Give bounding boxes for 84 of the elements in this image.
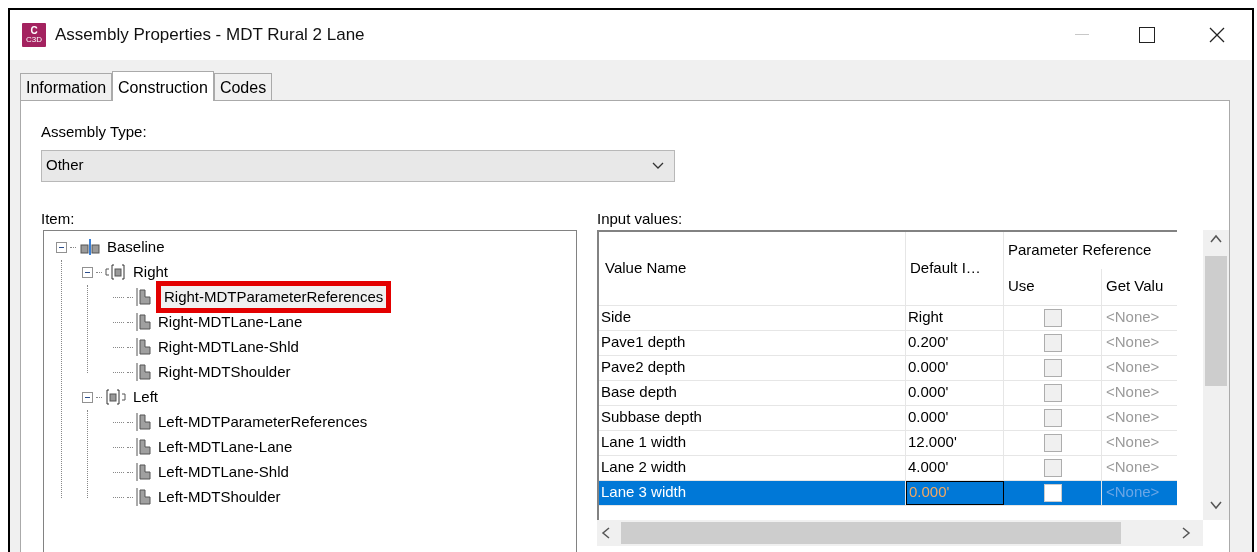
tree-item[interactable]: Left-MDTLane-Shld bbox=[155, 460, 292, 484]
table-cell-text: <None> bbox=[1105, 457, 1161, 478]
bracket-icon bbox=[105, 389, 127, 405]
table-cell-text: <None> bbox=[1105, 432, 1161, 453]
table-cell-text: <None> bbox=[1105, 357, 1161, 378]
vertical-scrollbar[interactable] bbox=[1203, 229, 1229, 520]
table-cell-text: <None> bbox=[1105, 332, 1161, 353]
window-title: Assembly Properties - MDT Rural 2 Lane bbox=[55, 24, 365, 47]
subassembly-icon bbox=[136, 338, 152, 356]
table-row[interactable]: Pave1 depth 0.200' <None> bbox=[599, 330, 1177, 356]
table-row[interactable]: Side Right <None> bbox=[599, 305, 1177, 331]
table-row[interactable]: Lane 1 width 12.000' <None> bbox=[599, 430, 1177, 456]
table-row[interactable]: Subbase depth 0.000' <None> bbox=[599, 405, 1177, 431]
table-row[interactable]: Lane 2 width 4.000' <None> bbox=[599, 455, 1177, 481]
subassembly-icon bbox=[136, 463, 152, 481]
tree-item[interactable]: Baseline bbox=[104, 235, 168, 259]
tree-item[interactable]: Right-MDTLane-Lane bbox=[155, 310, 306, 334]
table-cell-text: <None> bbox=[1105, 307, 1161, 328]
subassembly-icon bbox=[136, 288, 152, 306]
tree-item[interactable]: Left-MDTLane-Lane bbox=[155, 435, 296, 459]
table-cell: Right bbox=[906, 305, 1004, 330]
app-icon-caption: C3D bbox=[26, 36, 42, 44]
tree-item[interactable]: Right-MDTShoulder bbox=[155, 360, 294, 384]
use-checkbox[interactable] bbox=[1043, 383, 1062, 402]
table-cell-text: <None> bbox=[1105, 482, 1161, 503]
app-icon-letter: C bbox=[30, 26, 38, 36]
table-cell: Subbase depth bbox=[599, 405, 906, 430]
subassembly-icon bbox=[136, 363, 152, 381]
tree-item[interactable]: Right bbox=[130, 260, 172, 284]
table-cell: 0.200' bbox=[906, 330, 1004, 355]
use-checkbox[interactable] bbox=[1043, 483, 1062, 502]
table-row[interactable]: Pave2 depth 0.000' <None> bbox=[599, 355, 1177, 381]
tree-item[interactable]: Left-MDTParameterReferences bbox=[155, 410, 371, 434]
subassembly-icon bbox=[136, 413, 152, 431]
tree-item[interactable]: Left bbox=[130, 385, 162, 409]
table-cell: 0.000' bbox=[906, 405, 1004, 430]
column-header[interactable]: Get Valu bbox=[1102, 268, 1177, 305]
table-cell: 0.000' bbox=[906, 380, 1004, 405]
table-cell: 0.000' bbox=[906, 480, 1004, 505]
column-header[interactable]: Value Name bbox=[599, 231, 906, 305]
collapse-icon[interactable] bbox=[56, 241, 67, 253]
use-checkbox[interactable] bbox=[1043, 408, 1062, 427]
table-cell: Lane 2 width bbox=[599, 455, 906, 480]
subassembly-icon bbox=[136, 488, 152, 506]
table-cell: 0.000' bbox=[906, 355, 1004, 380]
minimize-icon bbox=[1075, 34, 1089, 36]
collapse-icon[interactable] bbox=[82, 391, 93, 403]
use-checkbox[interactable] bbox=[1043, 433, 1062, 452]
close-icon bbox=[1209, 27, 1225, 43]
baseline-icon bbox=[79, 239, 101, 255]
tab[interactable]: Construction bbox=[112, 71, 214, 101]
table-cell: Pave2 depth bbox=[599, 355, 906, 380]
table-row[interactable]: Lane 3 width 0.000' <None> bbox=[599, 480, 1177, 506]
horizontal-scrollbar[interactable] bbox=[597, 519, 1203, 546]
item-label: Item: bbox=[41, 208, 76, 228]
tab[interactable]: Codes bbox=[213, 73, 273, 100]
tab[interactable]: Information bbox=[20, 73, 113, 100]
use-checkbox[interactable] bbox=[1043, 308, 1062, 327]
table-row[interactable]: Base depth 0.000' <None> bbox=[599, 380, 1177, 406]
assembly-type-dropdown[interactable]: Other bbox=[41, 149, 675, 182]
column-header[interactable]: Use bbox=[1004, 268, 1102, 305]
collapse-icon[interactable] bbox=[82, 266, 93, 278]
table-cell: Base depth bbox=[599, 380, 906, 405]
table-cell: 12.000' bbox=[906, 430, 1004, 455]
table-cell-text: <None> bbox=[1105, 382, 1161, 403]
use-checkbox[interactable] bbox=[1043, 333, 1062, 352]
use-checkbox[interactable] bbox=[1043, 458, 1062, 477]
bracket-icon bbox=[105, 264, 127, 280]
table-cell: Side bbox=[599, 305, 906, 330]
tree-item[interactable]: Left-MDTShoulder bbox=[155, 485, 284, 509]
assembly-type-label: Assembly Type: bbox=[41, 122, 148, 142]
subassembly-icon bbox=[136, 438, 152, 456]
column-header[interactable]: Default I… bbox=[906, 231, 1004, 305]
table-cell: Pave1 depth bbox=[599, 330, 906, 355]
input-values-label: Input values: bbox=[597, 208, 684, 228]
use-checkbox[interactable] bbox=[1043, 358, 1062, 377]
column-group-header: Parameter Reference bbox=[1007, 239, 1153, 260]
table-cell: Lane 1 width bbox=[599, 430, 906, 455]
maximize-icon bbox=[1139, 27, 1155, 43]
tree-item[interactable]: Right-MDTLane-Shld bbox=[155, 335, 302, 359]
table-cell: 4.000' bbox=[906, 455, 1004, 480]
table-cell-text: <None> bbox=[1105, 407, 1161, 428]
subassembly-icon bbox=[136, 313, 152, 331]
chevron-down-icon bbox=[652, 161, 664, 170]
